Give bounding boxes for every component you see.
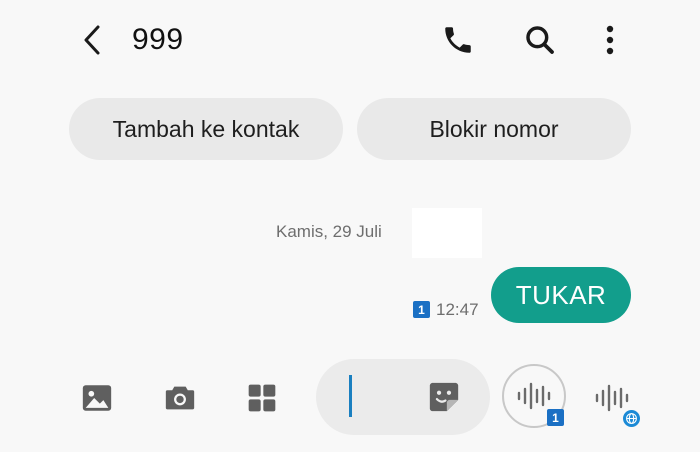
more-options-button[interactable] <box>588 18 632 62</box>
call-button[interactable] <box>436 18 480 62</box>
phone-icon <box>445 27 471 53</box>
message-time: 12:47 <box>436 300 479 319</box>
camera-button[interactable] <box>158 376 202 420</box>
globe-icon <box>626 413 637 424</box>
chevron-left-icon <box>84 25 100 55</box>
message-bubble[interactable]: TUKAR <box>491 267 631 323</box>
text-caret <box>349 375 352 417</box>
globe-badge <box>623 410 640 427</box>
sim-badge: 1 <box>413 301 430 318</box>
redaction-mask <box>412 208 482 258</box>
sticker-button[interactable] <box>422 375 466 419</box>
gallery-button[interactable] <box>75 376 119 420</box>
search-icon <box>526 26 554 54</box>
sticker-icon <box>429 382 459 412</box>
voice-wave-icon <box>517 382 551 410</box>
search-button[interactable] <box>518 18 562 62</box>
apps-button[interactable] <box>240 376 284 420</box>
voice-sim-badge: 1 <box>547 409 564 426</box>
conversation-title: 999 <box>132 23 184 56</box>
add-to-contacts-button[interactable]: Tambah ke kontak <box>69 98 343 160</box>
camera-icon <box>165 386 195 410</box>
date-separator: Kamis, 29 Juli <box>276 222 382 241</box>
image-icon <box>82 385 112 411</box>
voice-wave-globe-icon <box>595 384 629 412</box>
grid-icon <box>248 384 276 412</box>
block-number-button[interactable]: Blokir nomor <box>357 98 631 160</box>
back-button[interactable] <box>72 18 112 62</box>
more-vertical-icon <box>606 25 614 55</box>
